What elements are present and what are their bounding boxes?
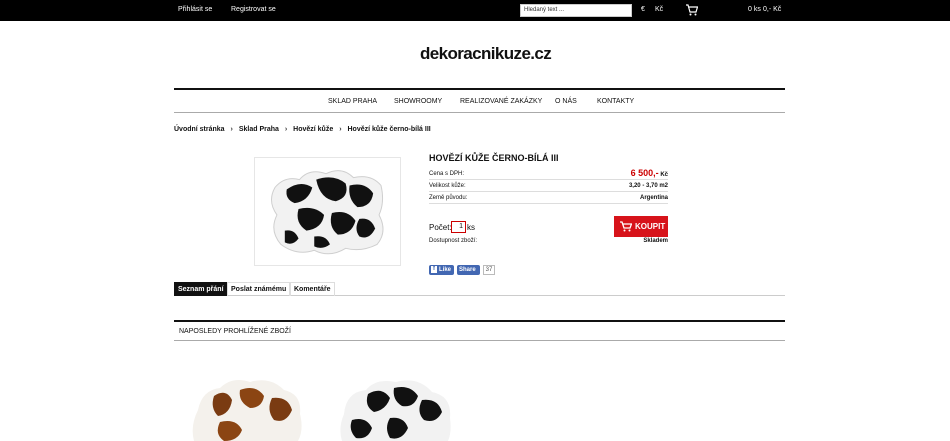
cart-count[interactable]: 0 ks xyxy=(748,6,761,13)
availability-row: Dostupnost zboží: Skladem xyxy=(429,238,668,248)
cart-icon xyxy=(620,221,632,232)
price-label: Cena s DPH: xyxy=(429,171,465,177)
nav-item-kontakty[interactable]: KONTAKTY xyxy=(597,98,634,105)
buy-button[interactable]: KOUPIT xyxy=(614,216,668,237)
product-tabs: Seznam přání Poslat známému Komentáře xyxy=(174,282,785,296)
size-value: 3,20 - 3,70 m2 xyxy=(628,183,668,189)
recent-product-thumbnail-black-white[interactable] xyxy=(328,370,464,441)
product-image[interactable] xyxy=(254,157,401,266)
price-currency: Kč xyxy=(660,172,668,178)
breadcrumb-sklad-praha[interactable]: Sklad Praha xyxy=(239,126,279,133)
register-link[interactable]: Registrovat se xyxy=(231,6,276,13)
availability-label: Dostupnost zboží: xyxy=(429,238,478,244)
breadcrumb-separator: › xyxy=(339,126,342,133)
breadcrumb: Úvodní stránka › Sklad Praha › Hovězí ků… xyxy=(174,126,435,133)
nav-item-o-nas[interactable]: O NÁS xyxy=(555,98,577,105)
origin-row: Země původu: Argentina xyxy=(429,192,668,204)
search-input[interactable]: Hledaný text ... xyxy=(520,4,632,17)
cart-total[interactable]: 0,- Kč xyxy=(763,6,781,13)
facebook-share-label: Share xyxy=(459,267,476,273)
quantity-label: Počet: xyxy=(429,223,452,232)
origin-label: Země původu: xyxy=(429,195,468,201)
recently-viewed-title: NAPOSLEDY PROHLÍŽENÉ ZBOŽÍ xyxy=(179,328,291,335)
currency-euro[interactable]: € xyxy=(641,6,645,13)
breadcrumb-separator: › xyxy=(230,126,233,133)
tab-wishlist[interactable]: Seznam přání xyxy=(174,282,228,296)
buy-button-label: KOUPIT xyxy=(635,222,666,231)
price-value: 6 500,- Kč xyxy=(631,168,668,178)
recently-viewed-header: NAPOSLEDY PROHLÍŽENÉ ZBOŽÍ xyxy=(174,320,785,341)
breadcrumb-home[interactable]: Úvodní stránka xyxy=(174,126,225,133)
price-amount: 6 500,- xyxy=(630,168,659,178)
quantity-unit: ks xyxy=(467,223,475,232)
breadcrumb-separator: › xyxy=(284,126,288,133)
nav-item-showroomy[interactable]: SHOWROOMY xyxy=(394,98,442,105)
facebook-like-label: Like xyxy=(439,267,452,273)
tab-comments[interactable]: Komentáře xyxy=(290,282,335,296)
top-bar: Přihlásit se Registrovat se Hledaný text… xyxy=(0,0,950,21)
quantity-input[interactable]: 1 xyxy=(451,221,466,233)
product-title: HOVĚZÍ KŮŽE ČERNO-BÍLÁ III xyxy=(429,153,559,163)
facebook-share-button[interactable]: Share xyxy=(457,265,480,275)
currency-czk[interactable]: Kč xyxy=(655,6,663,13)
main-nav: SKLAD PRAHA SHOWROOMY REALIZOVANÉ ZAKÁZK… xyxy=(174,88,785,113)
nav-item-realizovane-zakazky[interactable]: REALIZOVANÉ ZAKÁZKY xyxy=(460,98,542,105)
facebook-icon: f xyxy=(431,266,437,273)
facebook-like-button[interactable]: f Like xyxy=(429,265,454,275)
cart-icon[interactable] xyxy=(686,4,698,16)
tab-send-to-friend[interactable]: Poslat známému xyxy=(227,282,291,296)
facebook-share-count: 37 xyxy=(483,265,495,275)
price-row: Cena s DPH: 6 500,- Kč xyxy=(429,168,668,180)
size-label: Velikost kůže: xyxy=(429,183,466,189)
size-row: Velikost kůže: 3,20 - 3,70 m2 xyxy=(429,180,668,192)
breadcrumb-current: Hovězí kůže černo-bílá III xyxy=(347,126,431,133)
origin-value: Argentina xyxy=(639,195,668,201)
recent-product-thumbnail-brown[interactable] xyxy=(180,370,315,441)
breadcrumb-hovezi-kuze[interactable]: Hovězí kůže xyxy=(293,126,333,133)
login-link[interactable]: Přihlásit se xyxy=(178,6,212,13)
availability-value: Skladem xyxy=(643,238,668,244)
site-logo[interactable]: dekoracnikuze.cz xyxy=(420,44,552,64)
nav-item-sklad-praha[interactable]: SKLAD PRAHA xyxy=(328,98,377,105)
